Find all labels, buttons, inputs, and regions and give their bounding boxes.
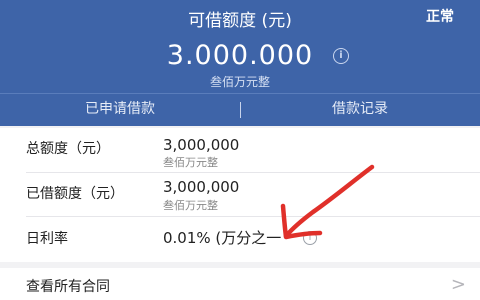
total-limit-label: 总额度（元） [26, 141, 110, 157]
total-limit-value: 3,000,000 [163, 136, 240, 154]
loan-tabs: 已申请借款 借款记录 [0, 93, 480, 127]
tab-applied-loans[interactable]: 已申请借款 [0, 94, 240, 127]
tab-loan-records[interactable]: 借款记录 [240, 94, 480, 127]
status-badge: 正常 [426, 9, 454, 25]
credit-limit-header: 可借额度 (元) 正常 3.000.000 i 叁佰万元整 已申请借款 借款记录 [0, 0, 480, 126]
rate-info-icon[interactable]: i [303, 231, 317, 245]
view-all-contracts-label: 查看所有合同 [26, 279, 110, 295]
credit-details-card: 总额度（元） 3,000,000 叁佰万元整 已借额度（元） 3,000,000… [0, 128, 480, 262]
credit-limit-title: 可借额度 (元) [188, 11, 292, 31]
daily-rate-value: 0.01% (万分之一 [163, 229, 282, 247]
view-all-contracts-link[interactable]: 查看所有合同 > [0, 268, 480, 300]
borrowed-limit-label: 已借额度（元） [26, 186, 124, 202]
info-icon[interactable]: i [333, 48, 349, 64]
available-amount: 3.000.000 [166, 40, 314, 71]
chevron-right-icon: > [450, 274, 466, 295]
available-amount-words: 叁佰万元整 [209, 75, 270, 89]
row-divider [26, 216, 480, 217]
borrowed-limit-words: 叁佰万元整 [163, 199, 218, 212]
total-limit-words: 叁佰万元整 [163, 156, 218, 169]
borrowed-limit-value: 3,000,000 [163, 178, 240, 196]
row-divider [26, 172, 480, 173]
daily-rate-label: 日利率 [26, 231, 68, 247]
